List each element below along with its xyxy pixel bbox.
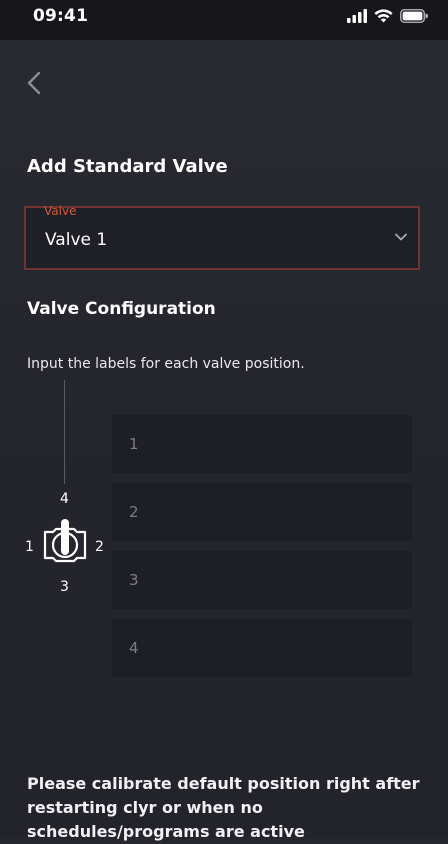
- diagram-label-right: 2: [95, 539, 104, 555]
- position-1-field[interactable]: 1: [112, 415, 412, 473]
- diagram-guide-line: [64, 380, 65, 484]
- status-bar: 09:41: [0, 0, 448, 40]
- chevron-down-icon: [395, 233, 407, 241]
- valve-select-value: Valve 1: [45, 230, 108, 250]
- wifi-icon: [374, 9, 393, 23]
- diagram-label-left: 1: [25, 539, 34, 555]
- position-1-placeholder: 1: [129, 435, 139, 453]
- diagram-label-top: 4: [60, 491, 69, 507]
- page-title: Add Standard Valve: [27, 156, 228, 177]
- position-4-placeholder: 4: [129, 639, 139, 657]
- instructions-text: Input the labels for each valve position…: [27, 356, 305, 372]
- position-2-field[interactable]: 2: [112, 483, 412, 541]
- calibration-warning: Please calibrate default position right …: [27, 774, 420, 841]
- back-button[interactable]: [18, 66, 50, 100]
- diagram-label-bottom: 3: [60, 579, 69, 595]
- valve-select-label: Valve: [44, 204, 77, 218]
- valve-icon: [43, 519, 87, 563]
- signal-icon: [347, 9, 367, 23]
- position-3-placeholder: 3: [129, 571, 139, 589]
- position-4-field[interactable]: 4: [112, 619, 412, 677]
- status-time: 09:41: [33, 6, 89, 26]
- battery-icon: [400, 9, 428, 23]
- valve-select[interactable]: Valve Valve 1: [24, 204, 420, 270]
- status-icons: [347, 9, 428, 23]
- position-3-field[interactable]: 3: [112, 551, 412, 609]
- position-2-placeholder: 2: [129, 503, 139, 521]
- chevron-left-icon: [27, 71, 41, 95]
- section-title: Valve Configuration: [27, 299, 216, 319]
